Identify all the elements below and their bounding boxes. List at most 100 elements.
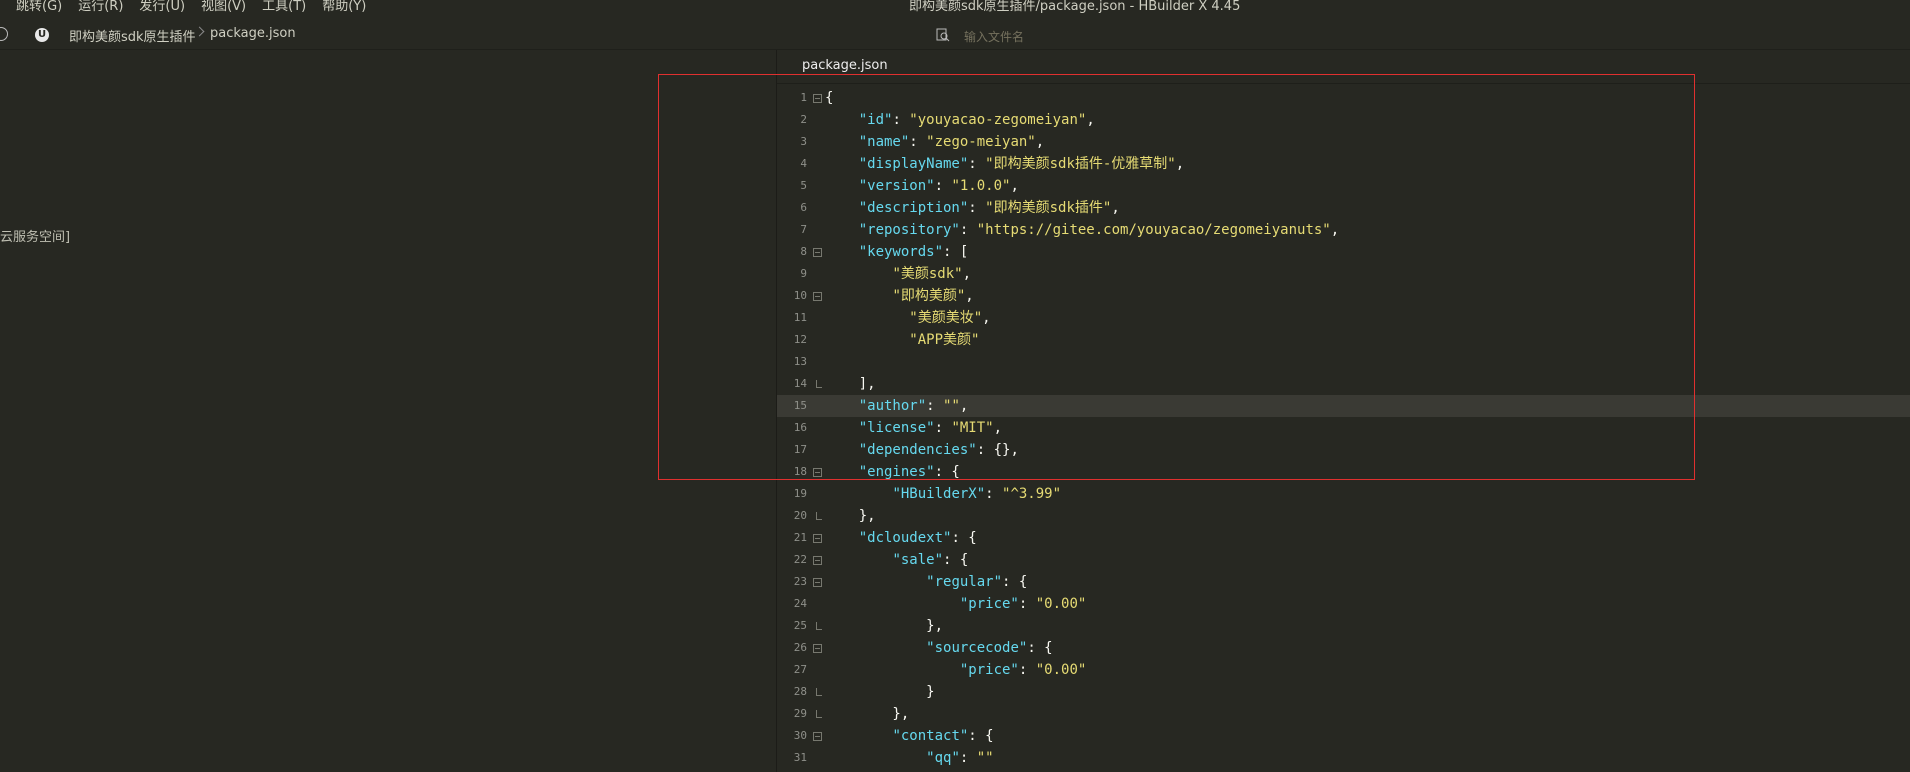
json-punct [825, 728, 892, 744]
json-key: "price" [959, 596, 1019, 612]
menu-item[interactable]: 发行(U) [139, 0, 185, 13]
json-punct [825, 596, 960, 612]
code-line[interactable]: 22 "sale": { [777, 549, 1910, 571]
json-punct: : { [951, 530, 977, 546]
code-text: "sale": { [825, 549, 968, 571]
fold-end-icon [816, 512, 822, 520]
json-string: "0.00" [1035, 596, 1087, 612]
line-number: 26 [793, 641, 807, 654]
search-input[interactable]: 输入文件名 [964, 28, 1024, 45]
json-string: "0.00" [1035, 662, 1087, 678]
menu-item[interactable]: 视图(V) [201, 0, 246, 13]
code-text: }, [825, 615, 943, 637]
highlight-box [658, 74, 1695, 480]
line-number: 20 [793, 509, 807, 522]
code-text: "HBuilderX": "^3.99" [825, 483, 1061, 505]
code-text: "contact": { [825, 725, 994, 747]
menu-item[interactable]: 跳转(G) [16, 0, 62, 13]
tab-package-json[interactable]: package.json [802, 58, 888, 73]
json-punct: }, [825, 508, 876, 524]
fold-toggle-icon[interactable] [813, 732, 822, 741]
code-text: "regular": { [825, 571, 1027, 593]
line-number: 24 [793, 597, 807, 610]
json-punct [825, 574, 926, 590]
json-punct [825, 640, 926, 656]
line-number: 30 [793, 729, 807, 742]
line-number: 31 [793, 751, 807, 764]
json-key: "dcloudext" [858, 530, 952, 546]
code-line[interactable]: 21 "dcloudext": { [777, 527, 1910, 549]
menu: 跳转(G) 运行(R) 发行(U) 视图(V) 工具(T) 帮助(Y) [16, 0, 366, 13]
json-punct: }, [825, 618, 944, 634]
search-file-icon[interactable] [936, 28, 950, 42]
code-text: }, [825, 703, 909, 725]
code-text: }, [825, 505, 876, 527]
json-key: "sourcecode" [926, 640, 1028, 656]
line-number: 27 [793, 663, 807, 676]
breadcrumb-project[interactable]: 即构美颜sdk原生插件 [69, 26, 196, 45]
json-key: "regular" [926, 574, 1003, 590]
json-key: "sale" [892, 552, 944, 568]
json-string: "" [976, 750, 994, 766]
line-number: 23 [793, 575, 807, 588]
code-text: } [825, 681, 935, 703]
line-number: 25 [793, 619, 807, 632]
code-text: "sourcecode": { [825, 637, 1053, 659]
code-line[interactable]: 30 "contact": { [777, 725, 1910, 747]
code-line[interactable]: 27 "price": "0.00" [777, 659, 1910, 681]
sidebar-item[interactable]: 云服务空间] [0, 226, 70, 245]
json-punct: : [959, 750, 977, 766]
json-key: "contact" [892, 728, 969, 744]
json-punct: : { [1002, 574, 1028, 590]
menu-bar: 跳转(G) 运行(R) 发行(U) 视图(V) 工具(T) 帮助(Y) 即构美颜sdk原生… [0, 0, 1910, 16]
fold-toggle-icon[interactable] [813, 644, 822, 653]
fold-end-icon [816, 710, 822, 718]
json-punct [825, 486, 892, 502]
json-punct [825, 662, 960, 678]
json-punct [825, 530, 859, 546]
fold-end-icon [816, 688, 822, 696]
code-line[interactable]: 19 "HBuilderX": "^3.99" [777, 483, 1910, 505]
menu-item[interactable]: 运行(R) [78, 0, 123, 13]
menu-item[interactable]: 帮助(Y) [322, 0, 366, 13]
code-text: "qq": "" [825, 747, 994, 769]
json-punct: : { [943, 552, 969, 568]
project-icon: U [35, 28, 49, 42]
json-punct [825, 552, 892, 568]
json-punct: : { [1027, 640, 1053, 656]
code-line[interactable]: 25 }, [777, 615, 1910, 637]
fold-toggle-icon[interactable] [813, 556, 822, 565]
json-punct: }, [825, 706, 910, 722]
line-number: 21 [793, 531, 807, 544]
line-number: 29 [793, 707, 807, 720]
json-punct: : [1018, 596, 1036, 612]
json-key: "qq" [926, 750, 960, 766]
code-line[interactable]: 31 "qq": "" [777, 747, 1910, 769]
json-punct: : [1018, 662, 1036, 678]
fold-toggle-icon[interactable] [813, 578, 822, 587]
code-line[interactable]: 23 "regular": { [777, 571, 1910, 593]
json-punct: : [985, 486, 1003, 502]
code-line[interactable]: 24 "price": "0.00" [777, 593, 1910, 615]
json-string: "^3.99" [1002, 486, 1062, 502]
fold-toggle-icon[interactable] [813, 534, 822, 543]
menu-item[interactable]: 工具(T) [262, 0, 306, 13]
json-key: "price" [959, 662, 1019, 678]
code-line[interactable]: 26 "sourcecode": { [777, 637, 1910, 659]
breadcrumb-file[interactable]: package.json [210, 26, 296, 41]
line-number: 19 [793, 487, 807, 500]
fold-end-icon [816, 622, 822, 630]
code-line[interactable]: 28 } [777, 681, 1910, 703]
code-line[interactable]: 20 }, [777, 505, 1910, 527]
window-title: 即构美颜sdk原生插件/package.json - HBuilder X 4.… [909, 0, 1241, 14]
code-text: "dcloudext": { [825, 527, 977, 549]
line-number: 22 [793, 553, 807, 566]
json-punct: : { [968, 728, 994, 744]
code-text: "price": "0.00" [825, 659, 1086, 681]
code-line[interactable]: 29 }, [777, 703, 1910, 725]
json-key: "HBuilderX" [892, 486, 986, 502]
json-punct [825, 750, 926, 766]
json-punct: } [825, 684, 935, 700]
line-number: 28 [793, 685, 807, 698]
code-text: "price": "0.00" [825, 593, 1086, 615]
